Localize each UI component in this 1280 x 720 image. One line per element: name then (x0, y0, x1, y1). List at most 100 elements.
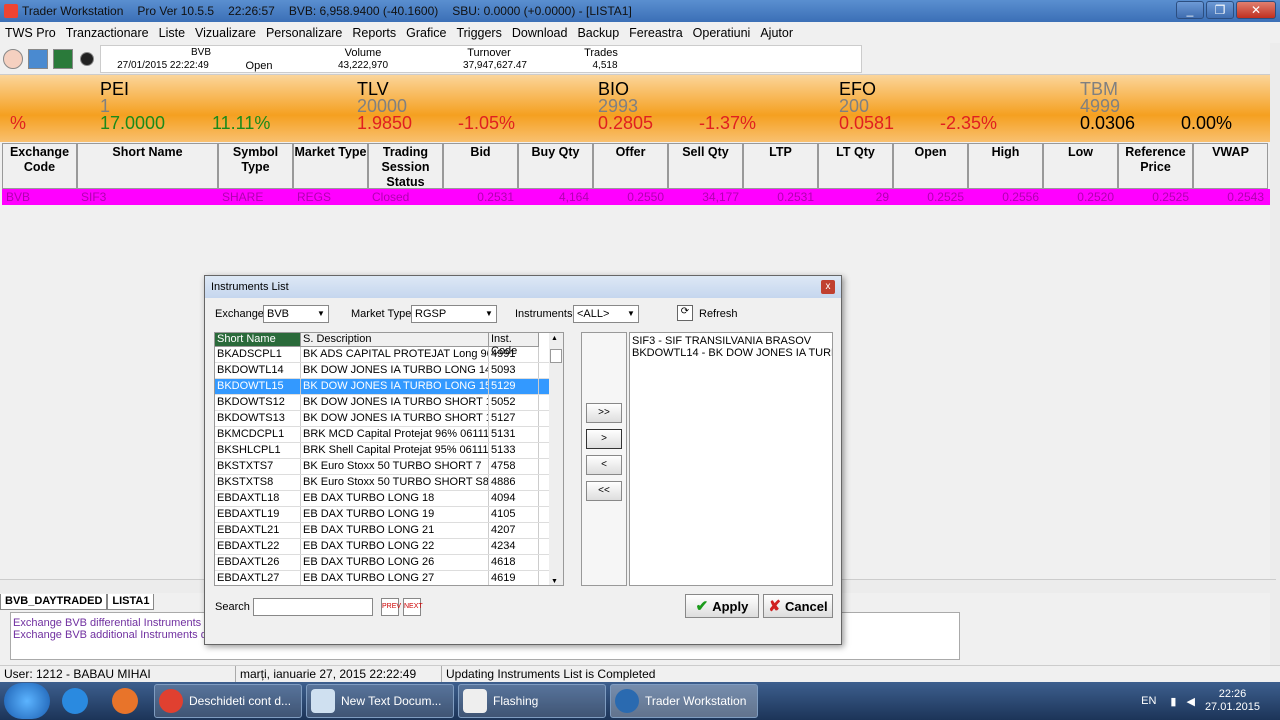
table-row[interactable]: EBDAXTL19 EB DAX TURBO LONG 19 4105 (215, 507, 563, 523)
menu-vizualizare[interactable]: Vizualizare (190, 26, 261, 40)
exchange-select[interactable]: BVB ▼ (263, 305, 329, 323)
cell: 5131 (489, 427, 539, 442)
cell: BK ADS CAPITAL PROTEJAT Long 96% 2 (301, 347, 489, 362)
table-row[interactable]: BKMCDCPL1 BRK MCD Capital Protejat 96% 06… (215, 427, 563, 443)
network-icon[interactable]: ▮ (1170, 695, 1176, 708)
col-inst-code[interactable]: Inst. Code (489, 333, 539, 357)
minimize-button[interactable]: _ (1176, 1, 1204, 19)
task-trader-workstation[interactable]: Trader Workstation (610, 684, 758, 718)
table-row[interactable]: EBDAXTL26 EB DAX TURBO LONG 26 4618 (215, 555, 563, 571)
col-low[interactable]: Low (1043, 143, 1118, 189)
instruments-scrollbar[interactable]: ▲ ▼ (549, 333, 563, 585)
move-left-button[interactable]: < (586, 455, 622, 475)
scroll-down-icon[interactable]: ▼ (551, 578, 558, 585)
task-chrome[interactable]: Deschideti cont d... (154, 684, 302, 718)
table-row[interactable]: EBDAXTL21 EB DAX TURBO LONG 21 4207 (215, 523, 563, 539)
close-icon[interactable]: x (821, 280, 835, 294)
cell: 4618 (489, 555, 539, 570)
menu-operatiuni[interactable]: Operatiuni (688, 26, 756, 40)
table-row[interactable]: BKDOWTS13 BK DOW JONES IA TURBO SHORT 13 5… (215, 411, 563, 427)
list-item[interactable]: SIF3 - SIF TRANSILVANIA BRASOV (632, 335, 830, 347)
col-reference-price[interactable]: Reference Price (1118, 143, 1193, 189)
search-input[interactable] (253, 598, 373, 616)
col-high[interactable]: High (968, 143, 1043, 189)
table-row[interactable]: BKDOWTL14 BK DOW JONES IA TURBO LONG 14 50… (215, 363, 563, 379)
task-label: Trader Workstation (645, 694, 747, 708)
exchange-value: BVB (267, 308, 290, 320)
clock[interactable]: 22:26 27.01.2015 (1205, 688, 1260, 714)
selected-instruments-list[interactable]: SIF3 - SIF TRANSILVANIA BRASOV BKDOWTL14… (629, 332, 833, 586)
instruments-table: Short Name S. Description Inst. Code BKA… (214, 332, 564, 586)
market-type-label: Market Type (351, 308, 412, 320)
menu-fereastra[interactable]: Fereastra (624, 26, 688, 40)
col-sell-qty[interactable]: Sell Qty (668, 143, 743, 189)
firefox-icon[interactable] (100, 684, 150, 718)
list-item[interactable]: BKDOWTL14 - BK DOW JONES IA TURBO LONG (632, 347, 832, 359)
task-notepad[interactable]: New Text Docum... (306, 684, 454, 718)
disconnect-icon[interactable] (3, 49, 23, 69)
refresh-icon[interactable]: ⟳ (677, 305, 693, 321)
main-vertical-scrollbar[interactable] (1270, 43, 1280, 668)
col-bid[interactable]: Bid (443, 143, 518, 189)
menu-reports[interactable]: Reports (347, 26, 401, 40)
grid-icon[interactable] (53, 49, 73, 69)
move-all-right-button[interactable]: >> (586, 403, 622, 423)
start-button[interactable] (4, 683, 50, 719)
maximize-button[interactable]: ❐ (1206, 1, 1234, 19)
table-row[interactable]: EBDAXTL22 EB DAX TURBO LONG 22 4234 (215, 539, 563, 555)
menu-tranzactionare[interactable]: Tranzactionare (61, 26, 154, 40)
menu-ajutor[interactable]: Ajutor (755, 26, 798, 40)
col-ltp[interactable]: LTP (743, 143, 818, 189)
table-row[interactable]: BVB SIF3 SHARE REGS Closed 0.2531 4,164 … (2, 189, 1272, 205)
col-buy-qty[interactable]: Buy Qty (518, 143, 593, 189)
taskbar: Deschideti cont d... New Text Docum... F… (0, 682, 1280, 720)
language-indicator[interactable]: EN (1141, 695, 1156, 707)
col-exchange-code[interactable]: Exchange Code (2, 143, 77, 189)
col-session-status[interactable]: Trading Session Status (368, 143, 443, 189)
menu-download[interactable]: Download (507, 26, 573, 40)
menu-backup[interactable]: Backup (572, 26, 624, 40)
close-button[interactable]: ✕ (1236, 1, 1276, 19)
apply-button[interactable]: ✔ Apply (685, 594, 759, 618)
col-symbol-type[interactable]: Symbol Type (218, 143, 293, 189)
menu-grafice[interactable]: Grafice (401, 26, 451, 40)
search-next-icon[interactable]: NEXT (403, 598, 423, 616)
instruments-select[interactable]: <ALL> ▼ (573, 305, 639, 323)
move-all-left-button[interactable]: << (586, 481, 622, 501)
volume-icon[interactable]: ◀ (1186, 695, 1194, 708)
table-row[interactable]: BKADSCPL1BK ADS CAPITAL PROTEJAT Long 96… (215, 347, 563, 363)
cancel-button[interactable]: ✘ Cancel (763, 594, 833, 618)
tab-lista1[interactable]: LISTA1 (107, 594, 155, 610)
scroll-up-icon[interactable]: ▲ (551, 335, 558, 342)
col-vwap[interactable]: VWAP (1193, 143, 1268, 189)
menu-tws-pro[interactable]: TWS Pro (0, 26, 61, 40)
col-lt-qty[interactable]: LT Qty (818, 143, 893, 189)
table-row[interactable]: BKDOWTL15 BK DOW JONES IA TURBO LONG 15 51… (215, 379, 563, 395)
table-row[interactable]: BKSTXTS8 BK Euro Stoxx 50 TURBO SHORT S8 4… (215, 475, 563, 491)
table-row[interactable]: BKSHLCPL1 BRK Shell Capital Protejat 95% … (215, 443, 563, 459)
market-type-select[interactable]: RGSP ▼ (411, 305, 497, 323)
col-short-name[interactable]: Short Name (77, 143, 218, 189)
menu-liste[interactable]: Liste (154, 26, 190, 40)
task-flashing[interactable]: Flashing (458, 684, 606, 718)
col-short-name[interactable]: Short Name (215, 333, 301, 347)
menu-triggers[interactable]: Triggers (451, 26, 506, 40)
scroll-thumb[interactable] (550, 349, 562, 363)
search-prev-icon[interactable]: PREV (381, 598, 401, 616)
table-row[interactable]: EBDAXTL18 EB DAX TURBO LONG 18 4094 (215, 491, 563, 507)
ie-icon[interactable] (50, 684, 100, 718)
tab-bvb-daytraded[interactable]: BVB_DAYTRADED (0, 594, 108, 610)
cell: BRK Shell Capital Protejat 95% 061114 (303, 443, 489, 458)
menu-personalizare[interactable]: Personalizare (261, 26, 347, 40)
table-row[interactable]: EBDAXTL27 EB DAX TURBO LONG 27 4619 (215, 571, 563, 585)
alert-icon[interactable] (80, 52, 94, 66)
table-row[interactable]: BKDOWTS12 BK DOW JONES IA TURBO SHORT 12 5… (215, 395, 563, 411)
refresh-label[interactable]: Refresh (699, 308, 738, 320)
table-row[interactable]: BKSTXTS7 BK Euro Stoxx 50 TURBO SHORT 7 47… (215, 459, 563, 475)
col-offer[interactable]: Offer (593, 143, 668, 189)
move-right-button[interactable]: > (586, 429, 622, 449)
col-open[interactable]: Open (893, 143, 968, 189)
col-market-type[interactable]: Market Type (293, 143, 368, 189)
col-description[interactable]: S. Description (301, 333, 489, 347)
user-icon[interactable] (28, 49, 48, 69)
